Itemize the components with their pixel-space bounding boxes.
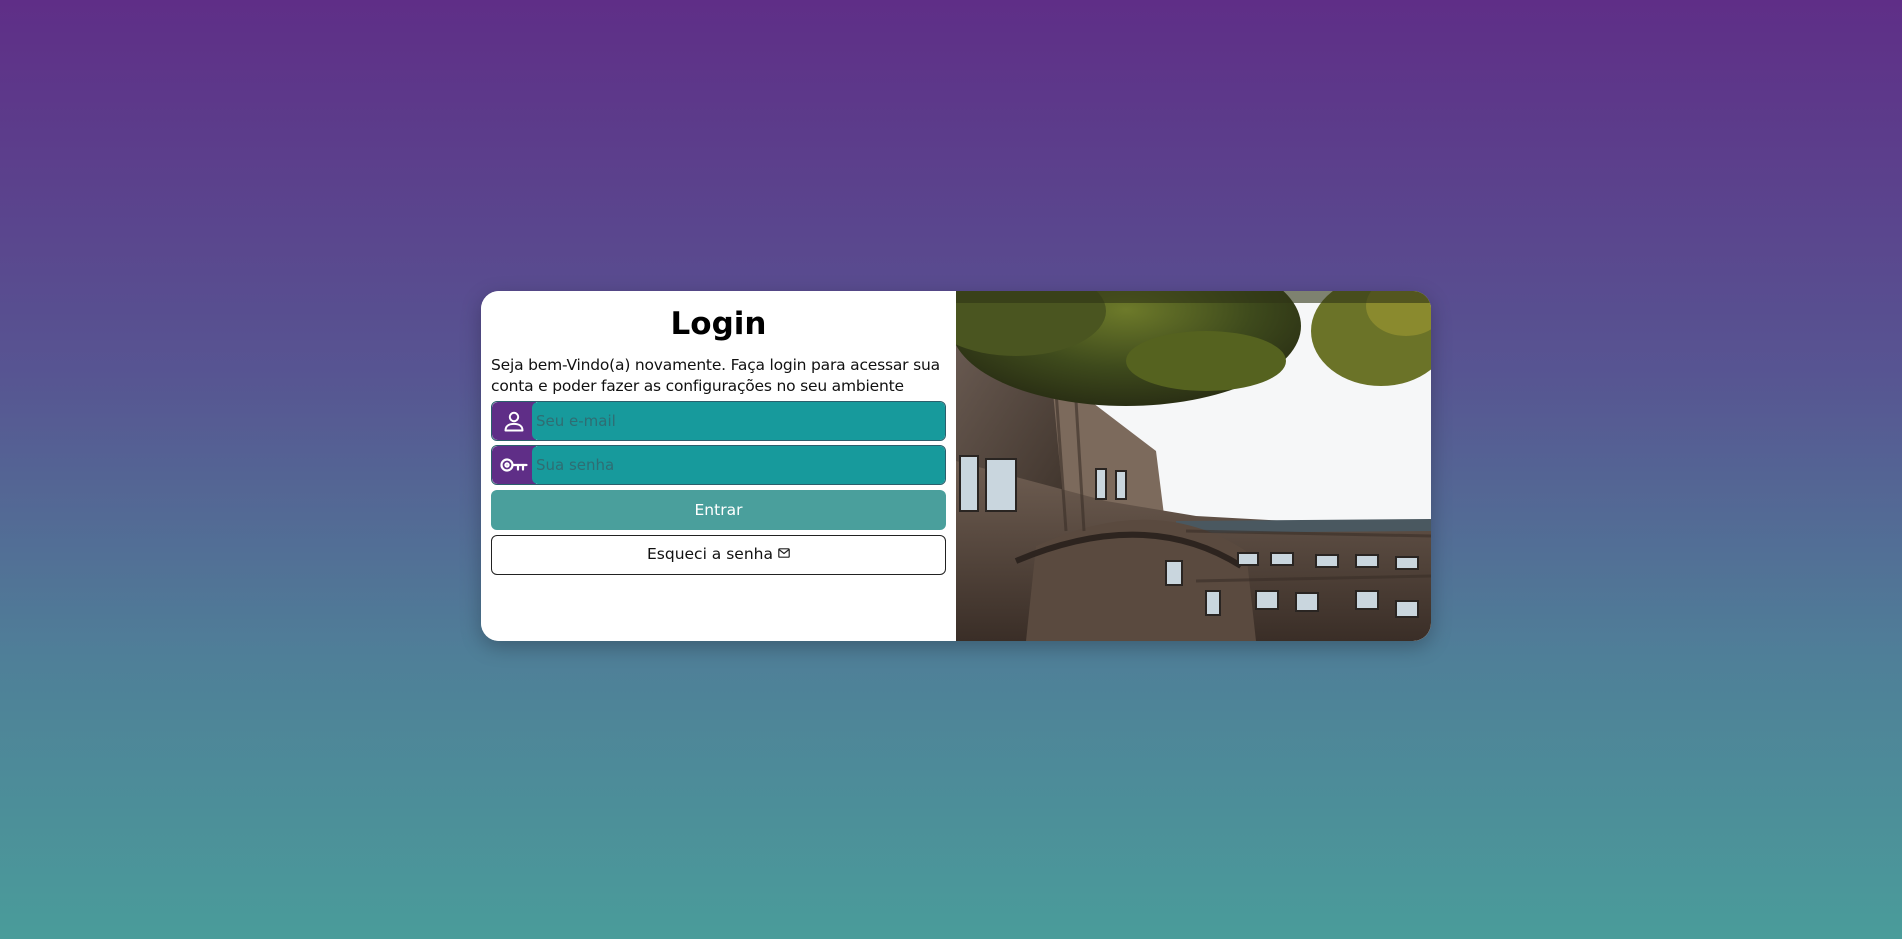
login-form-panel: Login Seja bem-Vindo(a) novamente. Faça … <box>481 291 956 641</box>
key-icon <box>492 446 536 484</box>
welcome-text: Seja bem-Vindo(a) novamente. Faça login … <box>491 356 940 395</box>
password-input-group <box>491 445 946 485</box>
login-button[interactable]: Entrar <box>491 490 946 530</box>
mail-icon <box>778 547 790 558</box>
password-field[interactable] <box>532 446 945 484</box>
email-field[interactable] <box>532 402 945 440</box>
page-title: Login <box>670 306 767 342</box>
forgot-password-label: Esqueci a senha <box>646 544 773 563</box>
user-icon <box>492 402 536 440</box>
building-photo <box>956 291 1431 641</box>
login-card: Login Seja bem-Vindo(a) novamente. Faça … <box>481 291 1431 641</box>
email-input-group <box>491 401 946 441</box>
forgot-password-button[interactable]: Esqueci a senha <box>491 535 946 575</box>
